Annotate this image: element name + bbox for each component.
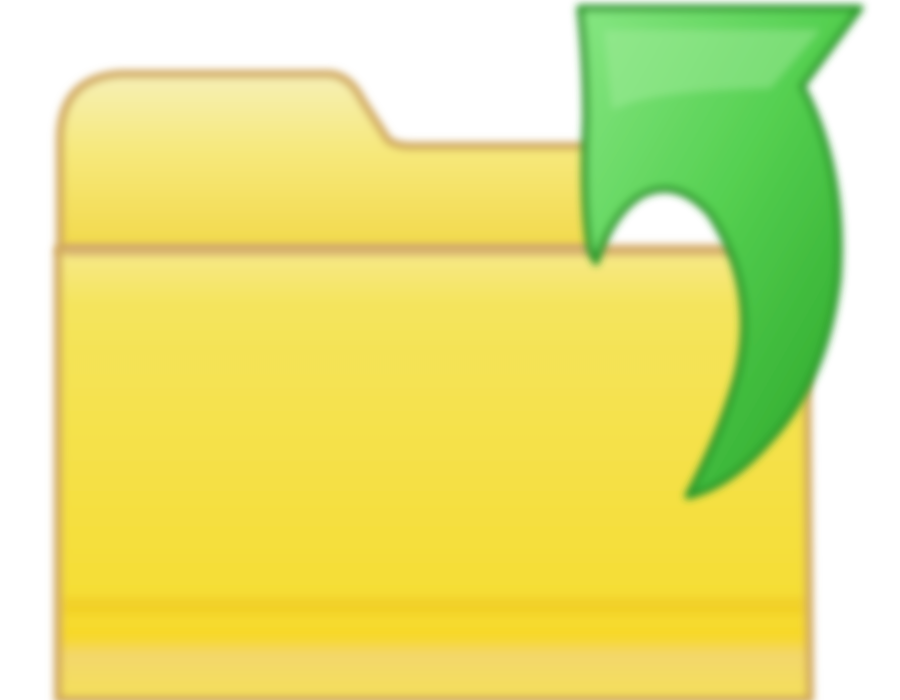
open-folder-icon [0, 0, 900, 700]
open-folder-svg [54, 4, 864, 700]
folder-tab [56, 70, 604, 254]
icon-canvas [0, 0, 900, 700]
